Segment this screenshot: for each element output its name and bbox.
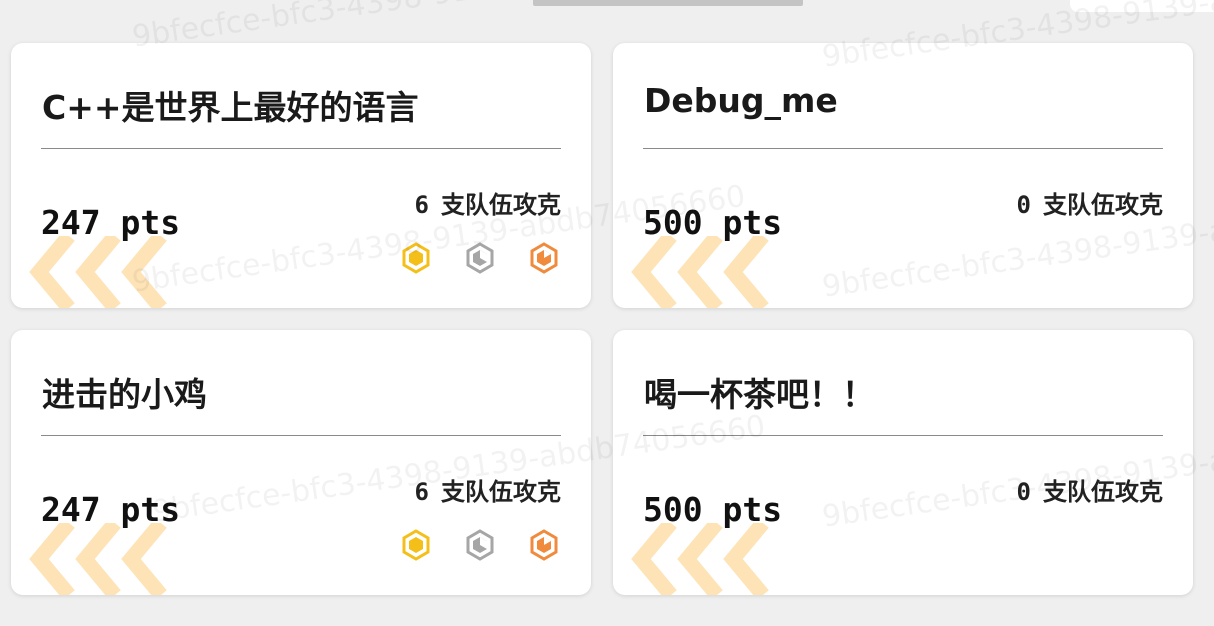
solves-info: 6 支队伍攻克 <box>415 472 561 507</box>
challenge-title: Debug_me <box>644 81 838 120</box>
solves-info: 0 支队伍攻克 <box>1017 472 1163 507</box>
divider <box>41 148 561 149</box>
solves-count: 0 <box>1016 191 1031 219</box>
medals <box>399 528 561 562</box>
chevrons-decoration <box>631 523 769 595</box>
gold-medal-icon[interactable] <box>399 241 433 275</box>
solves-info: 6 支队伍攻克 <box>415 185 561 220</box>
bronze-medal-icon[interactable] <box>527 241 561 275</box>
challenge-card[interactable]: 喝一杯茶吧！！ 500 pts 0 支队伍攻克 <box>613 330 1193 595</box>
divider <box>643 148 1163 149</box>
solves-label: 支队伍攻克 <box>1043 191 1163 219</box>
solves-count: 6 <box>414 478 429 506</box>
challenge-card[interactable]: 进击的小鸡 247 pts 6 支队伍攻克 <box>11 330 591 595</box>
medals <box>399 241 561 275</box>
chevrons-decoration <box>631 236 769 308</box>
gold-medal-icon[interactable] <box>399 528 433 562</box>
challenge-card[interactable]: C++是世界上最好的语言 247 pts 6 支队伍攻克 <box>11 43 591 308</box>
bronze-medal-icon[interactable] <box>527 528 561 562</box>
silver-medal-icon[interactable] <box>463 241 497 275</box>
challenge-points: 247 pts <box>41 203 181 242</box>
top-scrollbar[interactable] <box>533 0 803 6</box>
solves-info: 0 支队伍攻克 <box>1017 185 1163 220</box>
challenge-title: 喝一杯茶吧！！ <box>644 375 875 414</box>
challenge-points: 247 pts <box>41 490 181 529</box>
chevrons-decoration <box>29 523 167 595</box>
challenge-title: 进击的小鸡 <box>42 375 207 414</box>
divider <box>643 435 1163 436</box>
challenge-card[interactable]: Debug_me 500 pts 0 支队伍攻克 <box>613 43 1193 308</box>
challenge-title: C++是世界上最好的语言 <box>42 88 419 127</box>
chevrons-decoration <box>29 236 167 308</box>
solves-label: 支队伍攻克 <box>1043 478 1163 506</box>
divider <box>41 435 561 436</box>
challenge-points: 500 pts <box>643 203 783 242</box>
solves-label: 支队伍攻克 <box>441 478 561 506</box>
challenge-points: 500 pts <box>643 490 783 529</box>
solves-count: 0 <box>1016 478 1031 506</box>
solves-count: 6 <box>414 191 429 219</box>
silver-medal-icon[interactable] <box>463 528 497 562</box>
top-right-panel <box>1070 0 1214 12</box>
solves-label: 支队伍攻克 <box>441 191 561 219</box>
